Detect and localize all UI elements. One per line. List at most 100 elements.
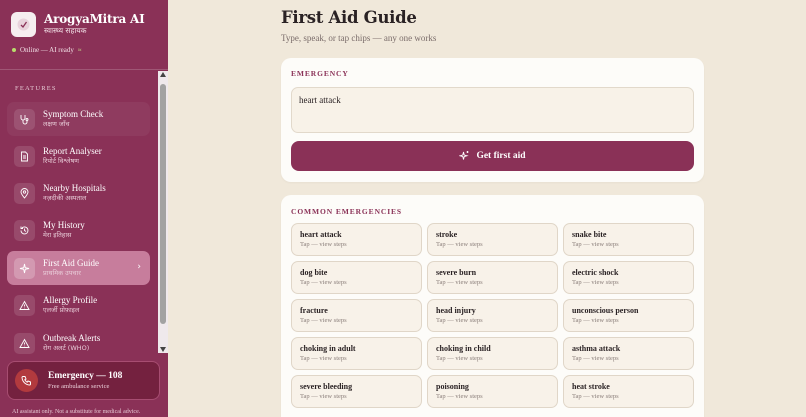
sidebar-item-label: Nearby Hospitals bbox=[43, 183, 106, 193]
emergency-chip-severe-burn[interactable]: severe burn Tap — view steps bbox=[427, 261, 558, 294]
emergency-chip-dog-bite[interactable]: dog bite Tap — view steps bbox=[291, 261, 422, 294]
chip-title: fracture bbox=[300, 306, 328, 315]
sparkle-icon bbox=[458, 149, 470, 164]
chip-hint: Tap — view steps bbox=[300, 317, 347, 324]
chip-title: dog bite bbox=[300, 268, 328, 277]
sidebar-item-label: My History bbox=[43, 220, 85, 230]
sidebar-item-sublabel: प्राथमिक उपचार bbox=[43, 269, 81, 277]
sidebar-item-sublabel: मेरा इतिहास bbox=[43, 231, 72, 239]
chip-hint: Tap — view steps bbox=[572, 393, 619, 400]
emergency-chip-stroke[interactable]: stroke Tap — view steps bbox=[427, 223, 558, 256]
scroll-thumb[interactable] bbox=[160, 84, 166, 324]
alert-icon bbox=[14, 332, 35, 354]
sidebar-item-first-aid-guide[interactable]: First Aid Guide प्राथमिक उपचार › bbox=[7, 251, 150, 285]
sidebar-scrollbar[interactable] bbox=[158, 71, 168, 353]
chip-title: choking in child bbox=[436, 344, 491, 353]
sidebar-item-nearby-hospitals[interactable]: Nearby Hospitals नज़दीकी अस्पताल bbox=[7, 176, 150, 210]
emergency-chip-choking-in-child[interactable]: choking in child Tap — view steps bbox=[427, 337, 558, 370]
get-first-aid-label: Get first aid bbox=[476, 151, 526, 161]
emergency-call-button[interactable]: Emergency — 108 Free ambulance service bbox=[7, 361, 160, 400]
phone-icon bbox=[15, 369, 38, 392]
status-indicator: Online — AI ready ≈ bbox=[12, 46, 81, 54]
sidebar-item-sublabel: रोग अलर्ट (WHO) bbox=[43, 344, 90, 352]
chip-hint: Tap — view steps bbox=[300, 241, 347, 248]
sidebar-item-allergy-profile[interactable]: Allergy Profile एलर्जी प्रोफ़ाइल bbox=[7, 288, 150, 322]
chip-title: electric shock bbox=[572, 268, 619, 277]
chip-hint: Tap — view steps bbox=[436, 241, 483, 248]
chip-title: unconscious person bbox=[572, 306, 639, 315]
chip-hint: Tap — view steps bbox=[300, 355, 347, 362]
emergency-chip-fracture[interactable]: fracture Tap — view steps bbox=[291, 299, 422, 332]
chevron-right-icon: › bbox=[137, 262, 141, 272]
sidebar-item-sublabel: नज़दीकी अस्पताल bbox=[43, 194, 87, 202]
sidebar-item-outbreak-alerts[interactable]: Outbreak Alerts रोग अलर्ट (WHO) bbox=[7, 326, 150, 355]
sparkle-icon bbox=[14, 257, 35, 279]
chip-title: snake bite bbox=[572, 230, 607, 239]
app-subtitle: स्वास्थ्य सहायक bbox=[44, 26, 87, 35]
scroll-down-arrow-icon[interactable] bbox=[160, 347, 166, 352]
emergency-chip-unconscious-person[interactable]: unconscious person Tap — view steps bbox=[563, 299, 694, 332]
emergency-chip-electric-shock[interactable]: electric shock Tap — view steps bbox=[563, 261, 694, 294]
chip-hint: Tap — view steps bbox=[436, 355, 483, 362]
sidebar: ArogyaMitra AI स्वास्थ्य सहायक Online — … bbox=[0, 0, 168, 417]
sidebar-item-sublabel: रिपोर्ट विश्लेषण bbox=[43, 157, 79, 165]
sidebar-item-label: Symptom Check bbox=[43, 109, 104, 119]
history-icon bbox=[14, 219, 35, 241]
chip-title: stroke bbox=[436, 230, 458, 239]
sidebar-item-label: Report Analyser bbox=[43, 146, 102, 156]
get-first-aid-button[interactable]: Get first aid bbox=[291, 141, 694, 171]
brand: ArogyaMitra AI स्वास्थ्य सहायक bbox=[11, 12, 145, 37]
emergency-chip-asthma-attack[interactable]: asthma attack Tap — view steps bbox=[563, 337, 694, 370]
scroll-up-arrow-icon[interactable] bbox=[160, 72, 166, 77]
chip-hint: Tap — view steps bbox=[300, 279, 347, 286]
emergency-chip-heat-stroke[interactable]: heat stroke Tap — view steps bbox=[563, 375, 694, 408]
emergency-chip-grid: heart attack Tap — view steps stroke Tap —… bbox=[291, 223, 694, 408]
common-emergencies-label: COMMON EMERGENCIES bbox=[291, 207, 402, 216]
sidebar-item-label: Outbreak Alerts bbox=[43, 333, 101, 343]
emergency-chip-head-injury[interactable]: head injury Tap — view steps bbox=[427, 299, 558, 332]
emergency-chip-choking-in-adult[interactable]: choking in adult Tap — view steps bbox=[291, 337, 422, 370]
sidebar-item-sublabel: एलर्जी प्रोफ़ाइल bbox=[43, 306, 80, 314]
page-title: First Aid Guide bbox=[281, 8, 417, 27]
stethoscope-icon bbox=[14, 108, 35, 130]
chip-hint: Tap — view steps bbox=[572, 317, 619, 324]
sidebar-item-report-analyser[interactable]: Report Analyser रिपोर्ट विश्लेषण bbox=[7, 139, 150, 173]
chip-hint: Tap — view steps bbox=[436, 317, 483, 324]
emergency-chip-poisoning[interactable]: poisoning Tap — view steps bbox=[427, 375, 558, 408]
wifi-icon: ≈ bbox=[77, 46, 82, 54]
sidebar-item-sublabel: लक्षण जाँच bbox=[43, 120, 70, 128]
sidebar-item-label: First Aid Guide bbox=[43, 258, 100, 268]
nav-list: FEATURES Symptom Check लक्षण जाँच Report… bbox=[0, 70, 158, 355]
sidebar-item-label: Allergy Profile bbox=[43, 295, 98, 305]
chip-title: head injury bbox=[436, 306, 476, 315]
chip-hint: Tap — view steps bbox=[300, 393, 347, 400]
document-icon bbox=[14, 145, 35, 167]
emergency-title: Emergency — 108 bbox=[48, 371, 123, 381]
emergency-subtitle: Free ambulance service bbox=[48, 383, 110, 390]
chip-hint: Tap — view steps bbox=[572, 279, 619, 286]
emergency-chip-severe-bleeding[interactable]: severe bleeding Tap — view steps bbox=[291, 375, 422, 408]
chip-title: poisoning bbox=[436, 382, 469, 391]
disclaimer-text: AI assistant only. Not a substitute for … bbox=[12, 409, 141, 415]
chip-title: asthma attack bbox=[572, 344, 621, 353]
emergency-card: EMERGENCY heart attack Get first aid bbox=[281, 58, 704, 182]
sidebar-item-my-history[interactable]: My History मेरा इतिहास bbox=[7, 213, 150, 247]
sidebar-item-symptom-check[interactable]: Symptom Check लक्षण जाँच bbox=[7, 102, 150, 136]
chip-title: heat stroke bbox=[572, 382, 610, 391]
status-text: Online — AI ready bbox=[20, 46, 74, 54]
status-dot bbox=[12, 48, 16, 52]
emergency-chip-heart-attack[interactable]: heart attack Tap — view steps bbox=[291, 223, 422, 256]
chip-title: severe bleeding bbox=[300, 382, 353, 391]
emergency-input[interactable]: heart attack bbox=[291, 87, 694, 133]
app-logo bbox=[11, 12, 36, 37]
chip-hint: Tap — view steps bbox=[436, 393, 483, 400]
common-emergencies-card: COMMON EMERGENCIES heart attack Tap — vie… bbox=[281, 195, 704, 417]
emergency-label: EMERGENCY bbox=[291, 69, 349, 78]
chip-title: heart attack bbox=[300, 230, 342, 239]
features-heading: FEATURES bbox=[15, 85, 57, 92]
chip-title: choking in adult bbox=[300, 344, 356, 353]
chip-title: severe burn bbox=[436, 268, 477, 277]
emergency-chip-snake-bite[interactable]: snake bite Tap — view steps bbox=[563, 223, 694, 256]
chip-hint: Tap — view steps bbox=[572, 241, 619, 248]
chip-hint: Tap — view steps bbox=[572, 355, 619, 362]
